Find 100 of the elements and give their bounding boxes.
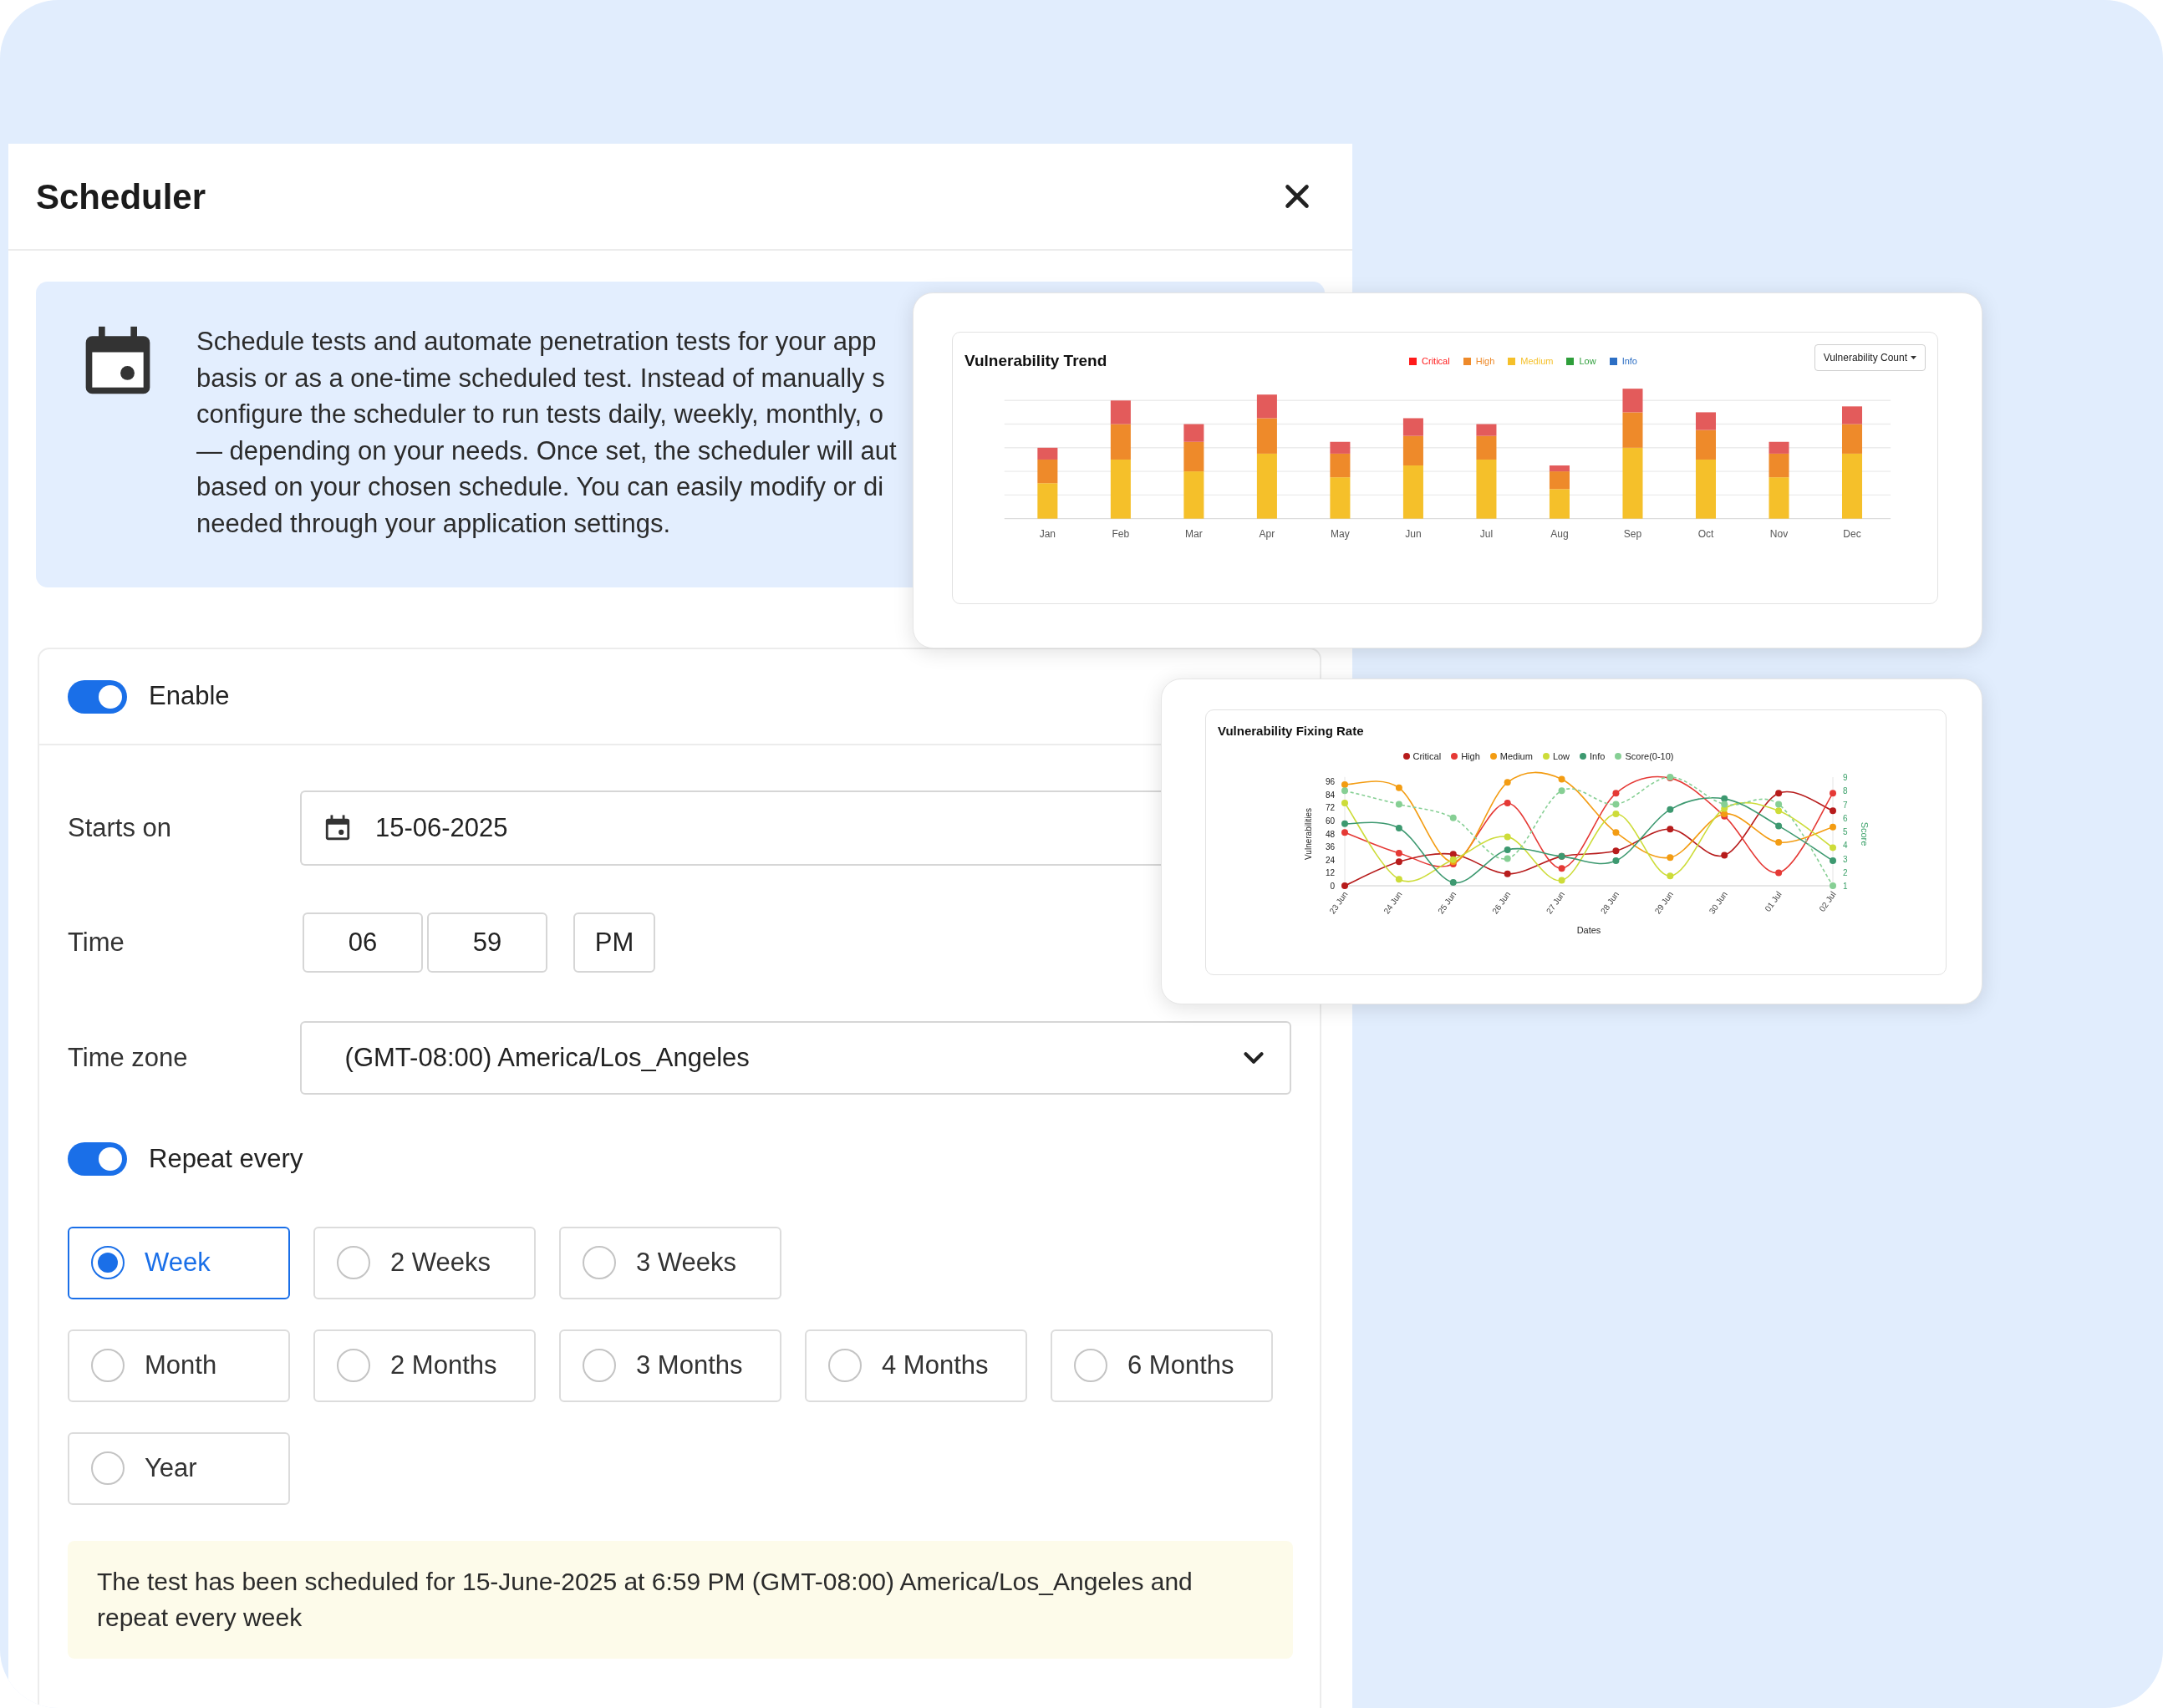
minute-field[interactable]: 59 — [427, 912, 547, 973]
axis-title: Score — [1860, 821, 1870, 846]
y-tick-label: 72 — [1325, 803, 1335, 813]
repeat-option[interactable]: 2 Months — [313, 1329, 536, 1402]
date-field[interactable]: 15-06-2025 — [300, 790, 1161, 866]
timezone-select[interactable]: (GMT-08:00) America/Los_Angeles — [299, 1021, 1291, 1095]
data-point — [1612, 790, 1620, 797]
data-point — [1830, 807, 1836, 815]
data-point — [1558, 775, 1565, 783]
data-point — [1504, 833, 1511, 841]
legend-label: High — [1461, 750, 1480, 763]
score-tick-label: 5 — [1843, 827, 1848, 836]
toggle-switch[interactable] — [68, 1142, 127, 1177]
y-tick-label: 48 — [1325, 829, 1335, 839]
data-point — [1395, 849, 1402, 857]
data-point — [1775, 838, 1783, 846]
score-tick-label: 8 — [1843, 786, 1848, 796]
data-point — [1504, 870, 1511, 877]
data-point — [1558, 787, 1565, 795]
data-point — [1830, 844, 1836, 851]
data-point — [1830, 857, 1836, 865]
caret-icon — [1911, 356, 1916, 359]
axis-title: Vulnerabilities — [1304, 808, 1313, 860]
month-label: Feb — [1112, 527, 1130, 540]
legend-label: Low — [1552, 750, 1570, 763]
repeat-option[interactable]: 6 Months — [1051, 1329, 1273, 1402]
data-point — [1341, 829, 1348, 836]
legend-label: Info — [1590, 750, 1606, 763]
score-tick-label: 1 — [1843, 882, 1848, 891]
y-tick-label: 0 — [1330, 882, 1335, 891]
date-label: 01 Jul — [1763, 889, 1784, 913]
info-text: — depending on your needs. Once set, the scheduler will aut — [196, 435, 897, 467]
repeat-option[interactable]: Month — [68, 1329, 290, 1402]
repeat-option[interactable]: Week — [68, 1226, 290, 1299]
info-text: basis or as a one-time scheduled test. Instead of manually s — [196, 362, 886, 394]
chart-title: Vulnerability Fixing Rate — [1218, 723, 1365, 740]
hour-field[interactable]: 06 — [303, 912, 423, 973]
date-label: 02 Jul — [1817, 889, 1838, 913]
metric-dropdown[interactable]: Vulnerability Count — [1814, 344, 1926, 371]
data-point — [1721, 795, 1728, 802]
repeat-option[interactable]: 3 Months — [559, 1329, 781, 1402]
month-label: Oct — [1697, 527, 1714, 540]
month-label: Aug — [1550, 527, 1569, 540]
axis-title: Dates — [1576, 925, 1601, 935]
data-point — [1830, 882, 1836, 889]
data-point — [1721, 851, 1728, 859]
data-point — [1775, 801, 1783, 808]
data-point — [1449, 851, 1457, 858]
data-point — [1612, 811, 1620, 818]
data-point — [1721, 801, 1728, 808]
score-tick-label: 6 — [1843, 813, 1848, 823]
data-point — [1775, 790, 1783, 797]
score-tick-label: 9 — [1843, 773, 1848, 782]
data-point — [1504, 800, 1511, 807]
data-point — [1667, 826, 1674, 833]
info-text: configure the scheduler to run tests daily, weekly, monthly, o — [196, 399, 884, 430]
data-point — [1395, 876, 1402, 883]
legend-label: Info — [1621, 355, 1637, 368]
y-tick-label: 36 — [1325, 842, 1335, 852]
data-point — [1395, 858, 1402, 866]
date-label: 24 Jun — [1382, 889, 1404, 916]
date-label: 25 Jun — [1436, 889, 1458, 916]
repeat-option[interactable]: Year — [68, 1431, 290, 1505]
month-label: Nov — [1769, 527, 1789, 540]
legend-label: Low — [1579, 355, 1596, 368]
period-field[interactable]: PM — [573, 912, 655, 973]
date-label: 29 Jun — [1652, 889, 1675, 916]
legend-label: High — [1475, 355, 1495, 368]
toggle-switch[interactable] — [68, 679, 127, 714]
date-label: 26 Jun — [1490, 889, 1513, 916]
month-label: Jun — [1405, 527, 1422, 540]
month-label: Sep — [1623, 527, 1642, 540]
data-point — [1558, 877, 1565, 884]
y-tick-label: 96 — [1325, 777, 1335, 786]
legend-label: Medium — [1499, 750, 1533, 763]
data-point — [1558, 865, 1565, 872]
field-label: Time — [68, 926, 125, 958]
data-point — [1504, 855, 1511, 862]
score-tick-label: 7 — [1843, 800, 1848, 810]
repeat-option[interactable]: 3 Weeks — [559, 1226, 781, 1299]
chart-title: Vulnerability Trend — [964, 351, 1107, 371]
data-point — [1449, 879, 1457, 887]
data-point — [1341, 882, 1348, 889]
data-point — [1775, 807, 1783, 815]
repeat-option[interactable]: 2 Weeks — [313, 1226, 536, 1299]
field-label: Starts on — [68, 811, 173, 844]
y-tick-label: 12 — [1325, 868, 1335, 878]
data-point — [1830, 823, 1836, 831]
score-tick-label: 4 — [1843, 841, 1848, 851]
toggle-label: Repeat every — [149, 1143, 303, 1175]
y-tick-label: 84 — [1325, 790, 1335, 800]
data-point — [1667, 854, 1674, 862]
month-label: Jan — [1039, 527, 1056, 540]
y-tick-label: 60 — [1325, 816, 1335, 826]
month-label: Apr — [1259, 527, 1275, 540]
data-point — [1395, 784, 1402, 791]
data-point — [1341, 800, 1348, 807]
data-point — [1667, 806, 1674, 813]
repeat-option[interactable]: 4 Months — [805, 1329, 1027, 1402]
data-point — [1775, 822, 1783, 830]
